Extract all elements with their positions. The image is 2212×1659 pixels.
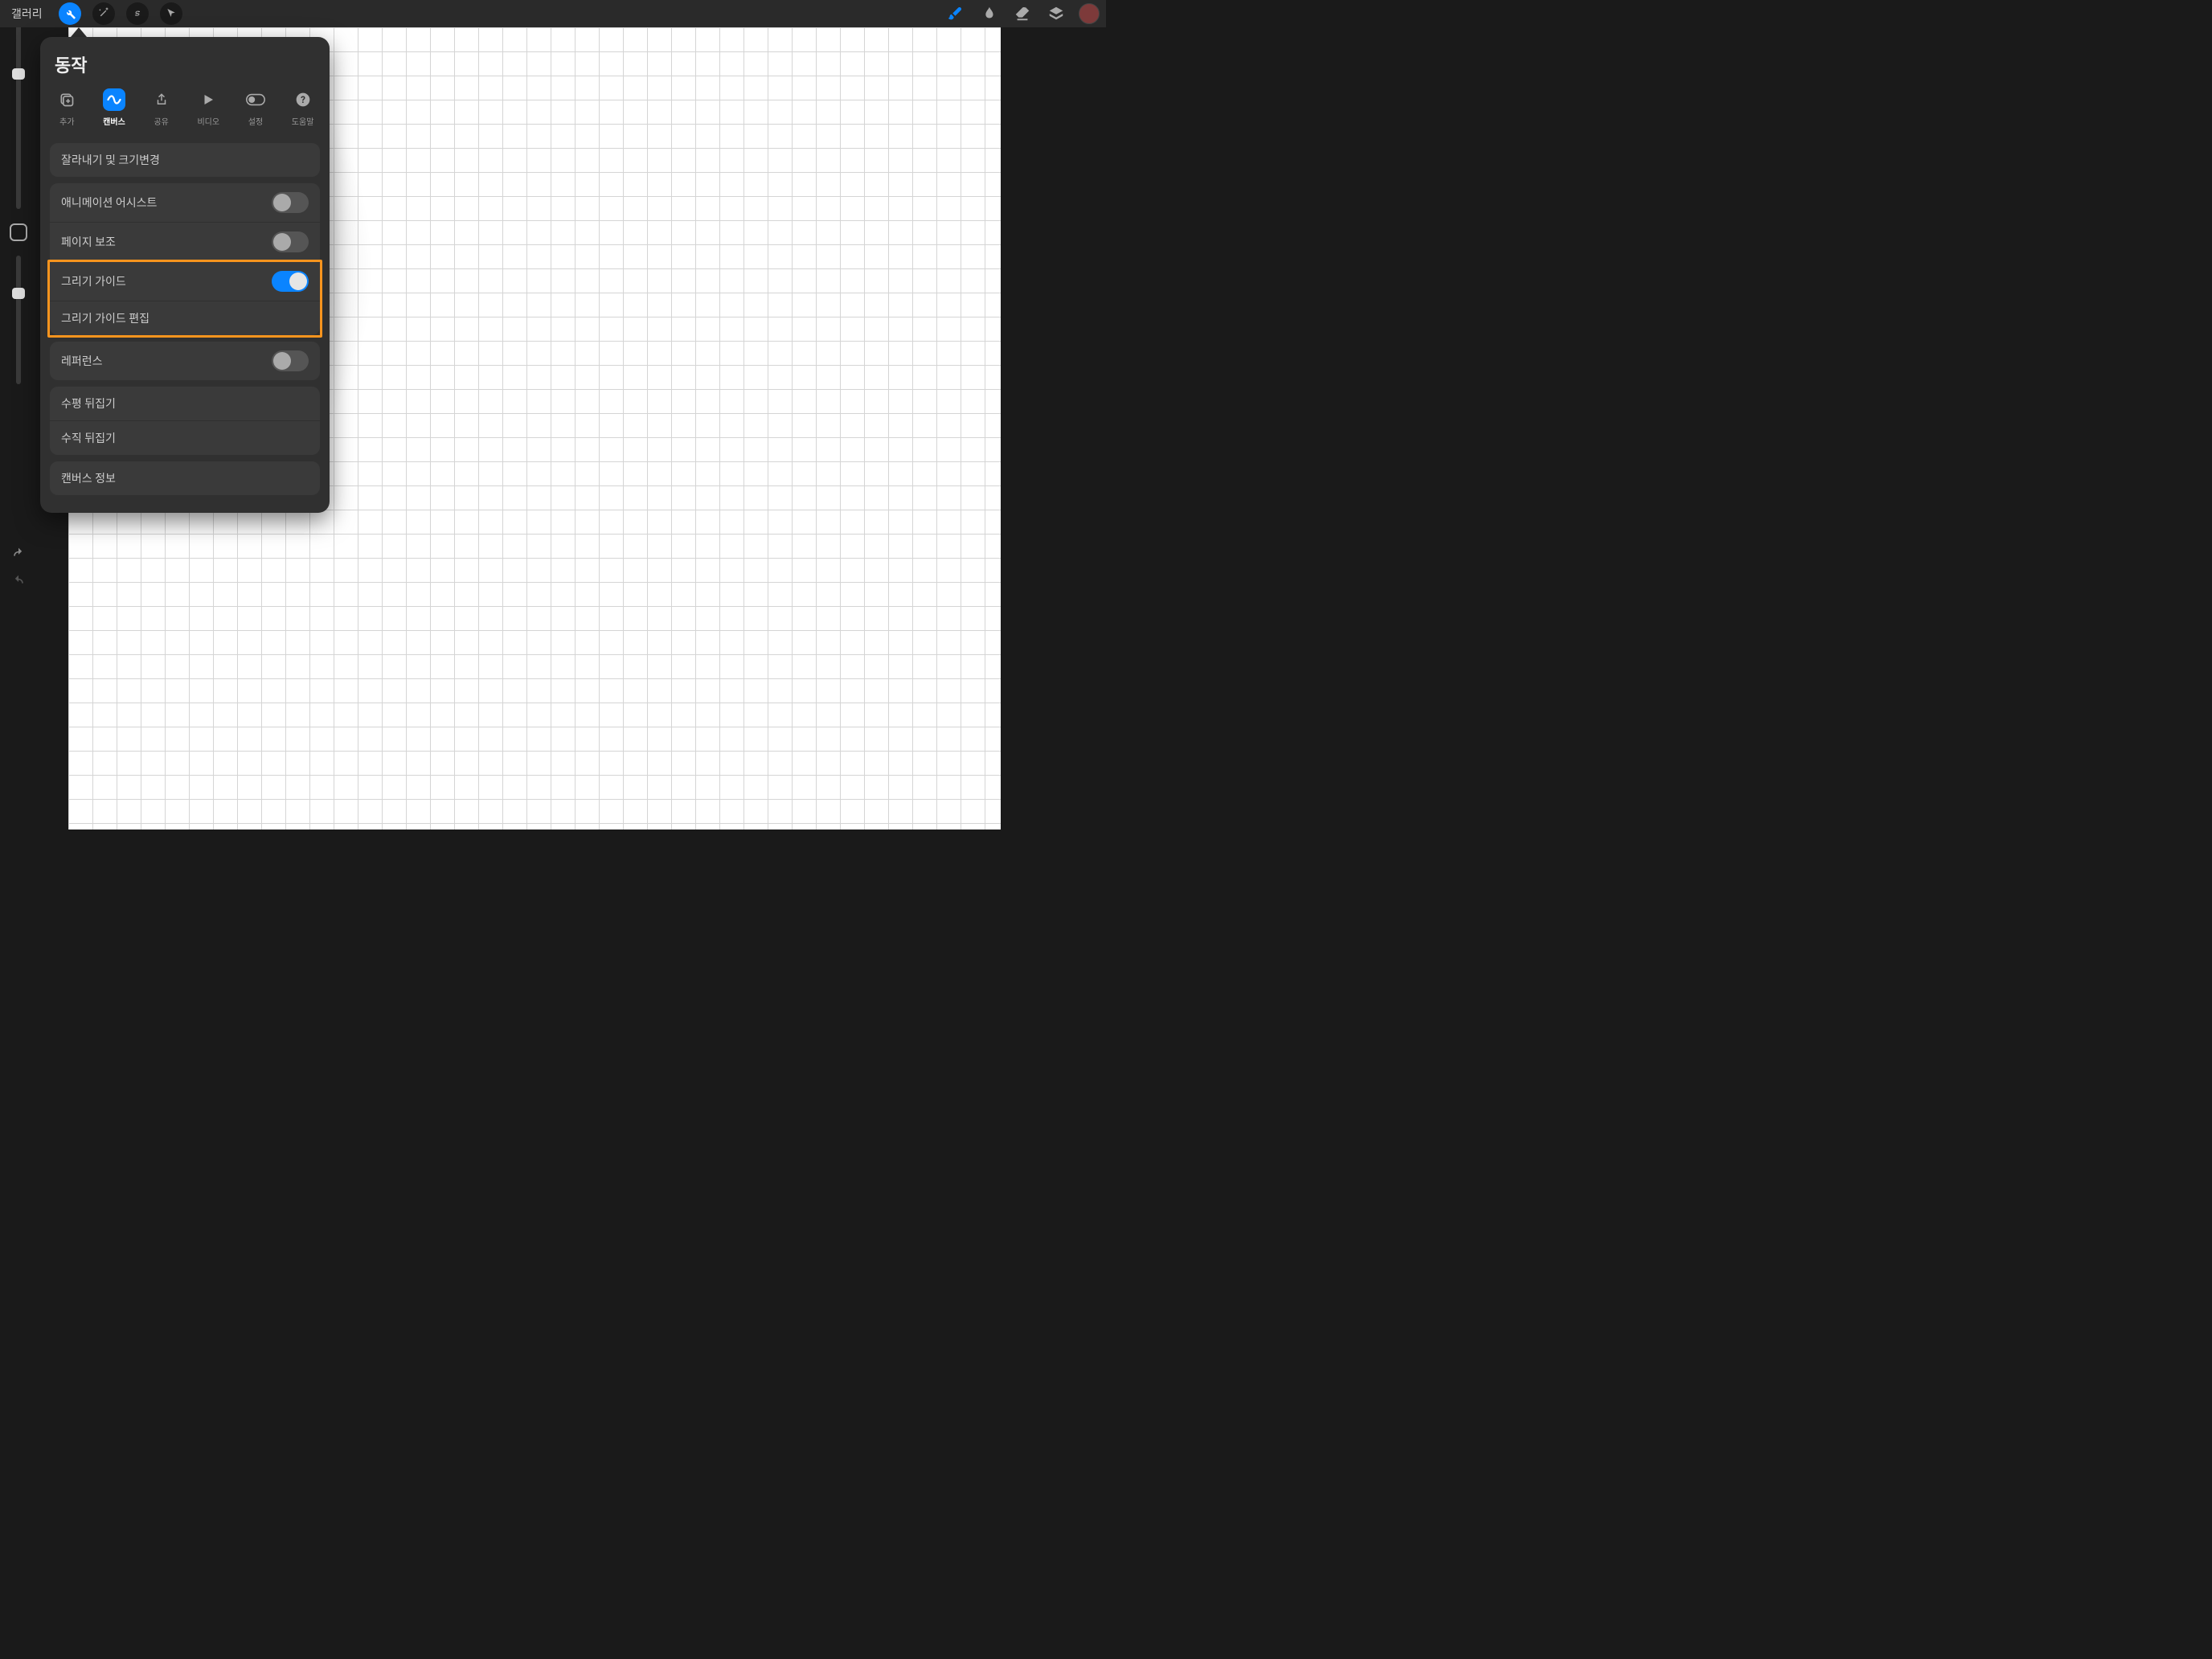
svg-text:?: ?: [301, 94, 305, 105]
toggle-animation-assist[interactable]: [272, 192, 309, 213]
row-crop-resize[interactable]: 잘라내기 및 크기변경: [50, 143, 320, 177]
brush-opacity-slider[interactable]: [16, 256, 21, 384]
actions-tool[interactable]: [59, 2, 81, 25]
wand-icon: [97, 7, 110, 20]
layers-tool[interactable]: [1045, 2, 1067, 25]
slider-thumb[interactable]: [12, 68, 25, 80]
tab-share[interactable]: 공유: [139, 88, 184, 127]
panel-title: 동작: [40, 48, 330, 88]
wrench-icon: [63, 7, 76, 20]
color-picker[interactable]: [1079, 3, 1100, 24]
gallery-button[interactable]: 갤러리: [6, 2, 47, 25]
tab-add[interactable]: 추가: [44, 88, 89, 127]
toggle-drawing-guide[interactable]: [272, 271, 309, 292]
modify-button[interactable]: [10, 223, 27, 241]
group-crop: 잘라내기 및 크기변경: [50, 143, 320, 177]
help-icon: ?: [295, 92, 311, 108]
group-info: 캔버스 정보: [50, 461, 320, 495]
selection-tool[interactable]: [126, 2, 149, 25]
left-sidebar: [0, 225, 36, 384]
undo-icon[interactable]: [10, 547, 27, 563]
top-right-tools: [944, 2, 1100, 25]
row-reference[interactable]: 레퍼런스: [50, 342, 320, 380]
row-animation-assist[interactable]: 애니메이션 어시스트: [50, 183, 320, 223]
row-canvas-info[interactable]: 캔버스 정보: [50, 461, 320, 495]
top-bar: 갤러리: [0, 0, 1106, 27]
panel-arrow: [71, 27, 87, 37]
smudge-icon: [980, 5, 997, 23]
toggle-reference[interactable]: [272, 350, 309, 371]
brush-size-slider[interactable]: [16, 0, 21, 209]
arrow-cursor-icon: [165, 7, 178, 20]
smudge-tool[interactable]: [977, 2, 1000, 25]
row-drawing-guide[interactable]: 그리기 가이드: [50, 262, 320, 301]
toggle-page-assist[interactable]: [272, 231, 309, 252]
panel-tabs: 추가 캔버스 공유 비디오 설정 ? 도움말: [40, 88, 330, 137]
eraser-tool[interactable]: [1011, 2, 1034, 25]
actions-panel: 동작 추가 캔버스 공유 비디오 설정 ? 도움말 잘라내기 및 크기변경: [40, 37, 330, 513]
row-page-assist[interactable]: 페이지 보조: [50, 223, 320, 262]
row-flip-horizontal[interactable]: 수평 뒤집기: [50, 387, 320, 421]
toggle-pref-icon: [246, 93, 265, 106]
add-icon: [59, 92, 75, 108]
brush-icon: [946, 5, 964, 23]
selection-s-icon: [131, 7, 144, 20]
group-assist: 애니메이션 어시스트 페이지 보조 그리기 가이드 그리기 가이드 편집: [50, 183, 320, 335]
top-left-tools: 갤러리: [6, 2, 182, 25]
tab-help[interactable]: ? 도움말: [281, 88, 326, 127]
slider-thumb[interactable]: [12, 288, 25, 299]
group-flip: 수평 뒤집기 수직 뒤집기: [50, 387, 320, 455]
group-reference: 레퍼런스: [50, 342, 320, 380]
row-edit-drawing-guide[interactable]: 그리기 가이드 편집: [50, 301, 320, 335]
adjustments-tool[interactable]: [92, 2, 115, 25]
undo-redo-group: [0, 547, 36, 590]
tab-prefs[interactable]: 설정: [233, 88, 278, 127]
canvas-crop-icon: [107, 94, 121, 105]
tab-video[interactable]: 비디오: [186, 88, 231, 127]
eraser-icon: [1014, 5, 1031, 23]
layers-icon: [1047, 5, 1065, 23]
share-icon: [154, 92, 169, 108]
row-flip-vertical[interactable]: 수직 뒤집기: [50, 421, 320, 455]
play-icon: [201, 92, 215, 107]
transform-tool[interactable]: [160, 2, 182, 25]
redo-icon[interactable]: [10, 574, 27, 590]
tab-canvas[interactable]: 캔버스: [92, 88, 137, 127]
brush-tool[interactable]: [944, 2, 966, 25]
